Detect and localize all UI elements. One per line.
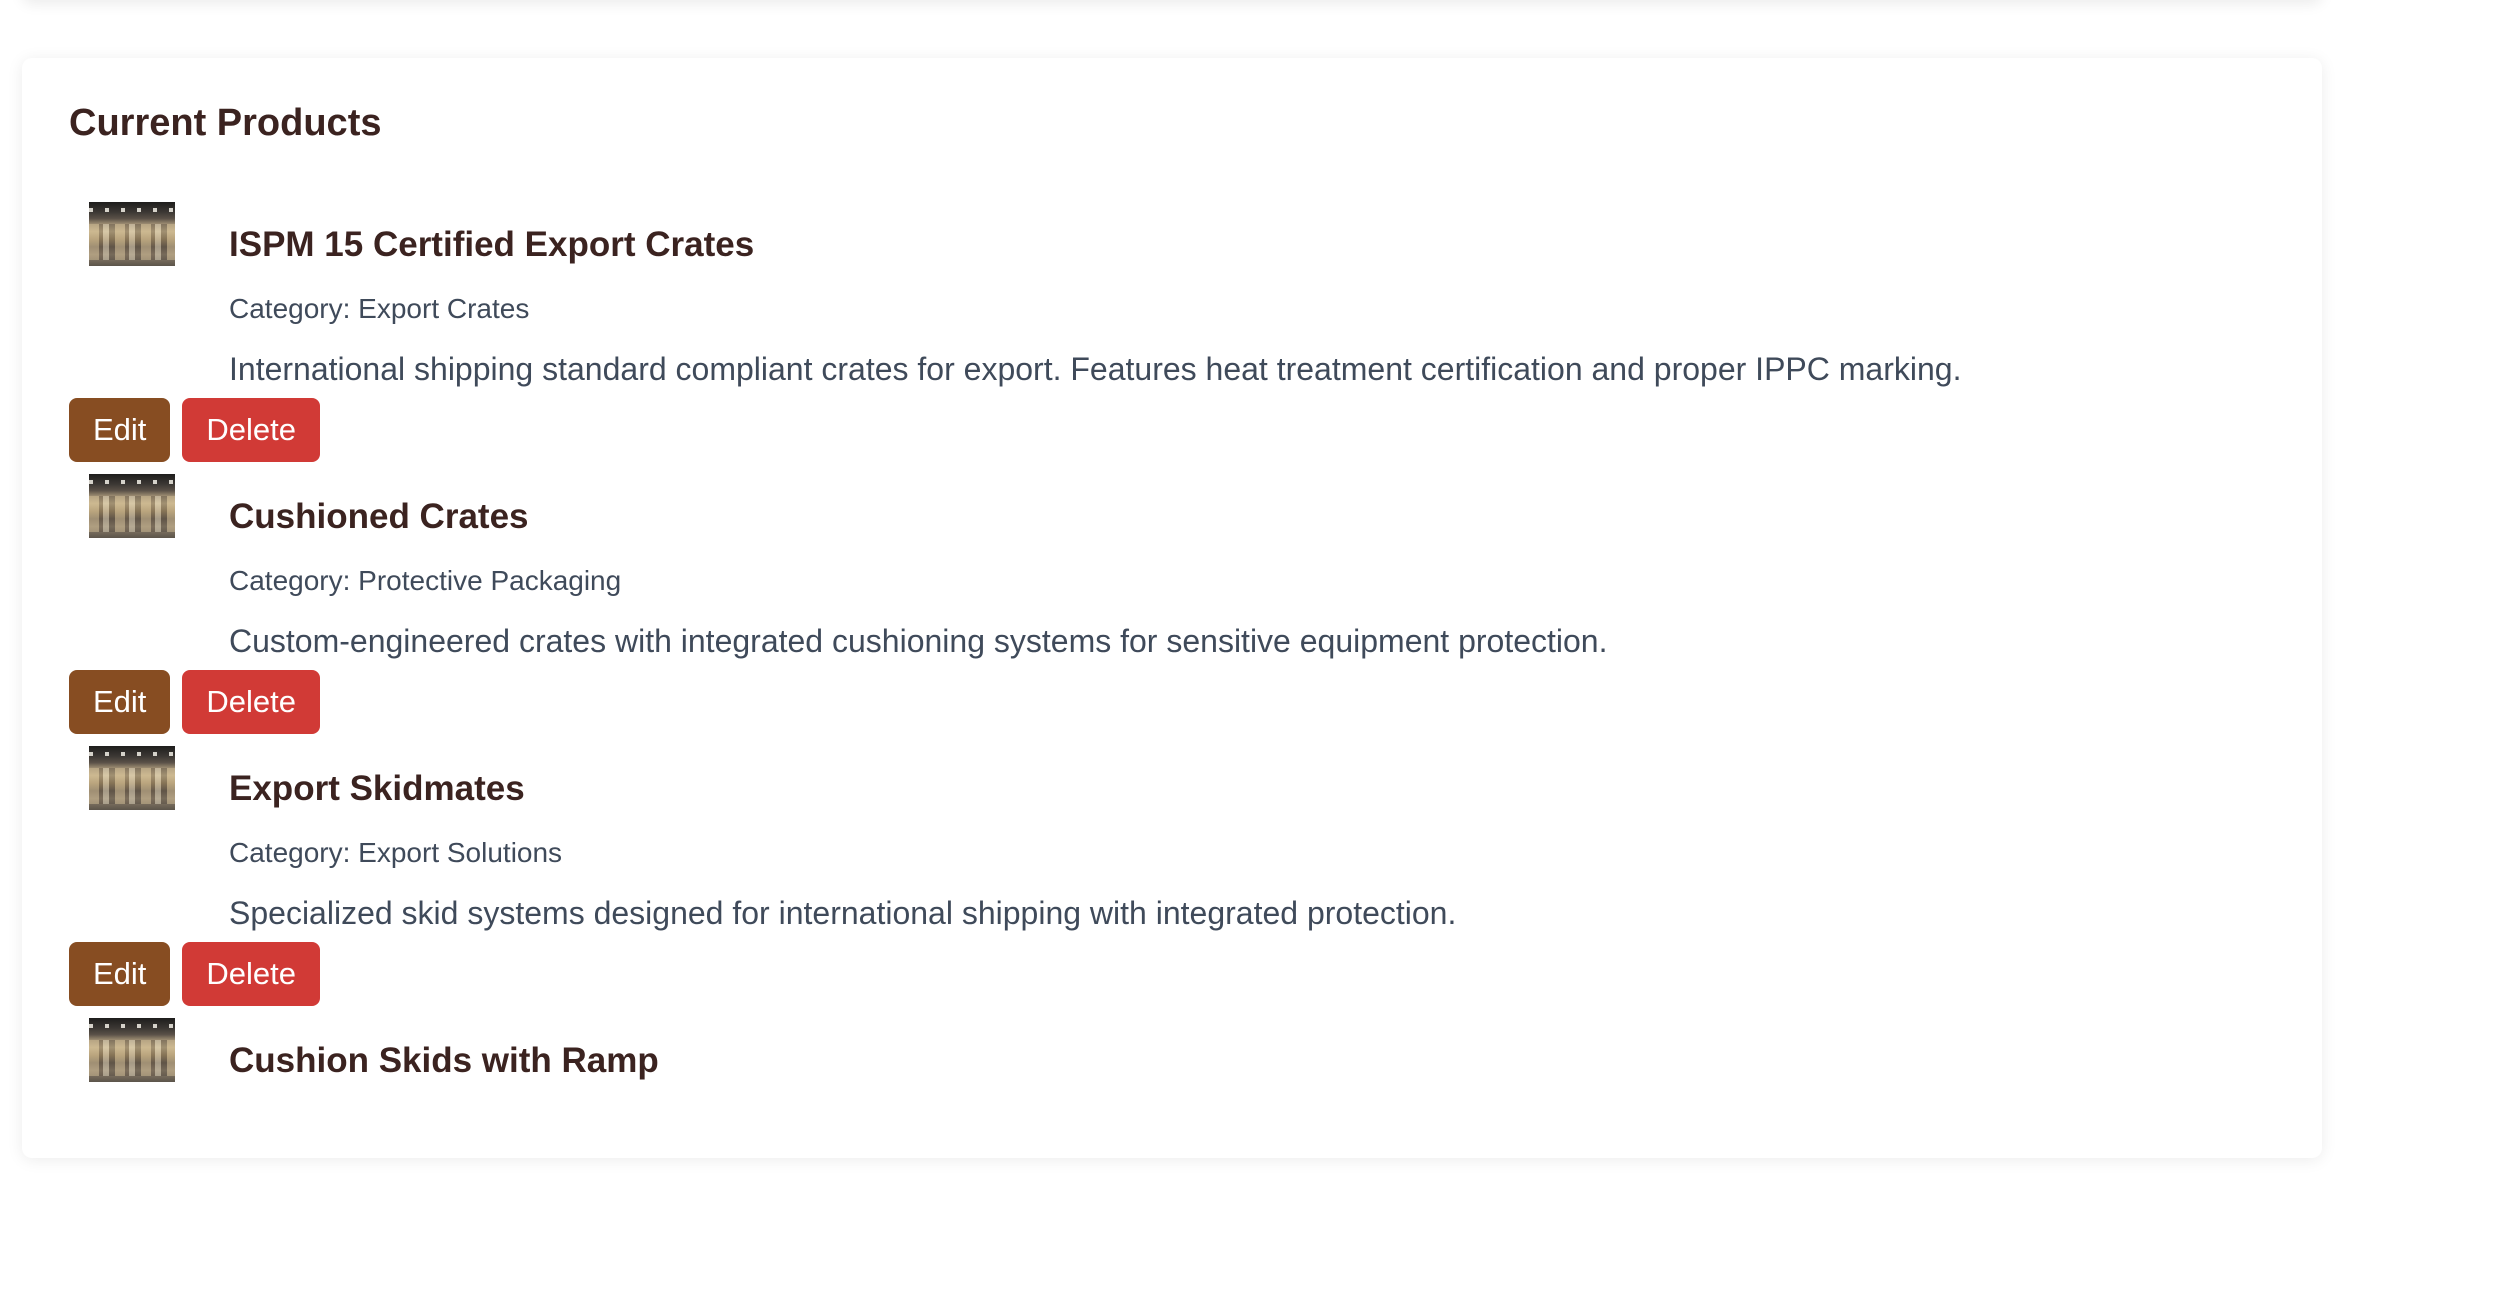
product-description: International shipping standard complian… [229, 351, 1962, 387]
edit-button[interactable]: Edit [69, 942, 171, 1006]
product-actions: Edit Delete [69, 398, 332, 462]
product-item: Cushion Skids with Ramp [69, 1018, 2289, 1290]
product-name: Cushioned Crates [229, 497, 529, 536]
product-category: Category: Protective Packaging [229, 565, 622, 596]
product-list: ISPM 15 Certified Export Crates Category… [69, 202, 2289, 1290]
product-thumbnail [89, 746, 175, 810]
product-name: ISPM 15 Certified Export Crates [229, 225, 755, 264]
product-item: Cushioned Crates Category: Protective Pa… [69, 474, 2289, 746]
product-actions: Edit Delete [69, 942, 332, 1006]
product-thumbnail [89, 202, 175, 266]
current-products-panel: Current Products ISPM 15 Certified Expor… [22, 58, 2322, 1158]
delete-button[interactable]: Delete [182, 398, 321, 462]
section-title: Current Products [69, 102, 382, 144]
delete-button[interactable]: Delete [182, 670, 321, 734]
product-name: Export Skidmates [229, 769, 525, 808]
product-category: Category: Export Solutions [229, 837, 563, 868]
product-category: Category: Export Crates [229, 293, 530, 324]
edit-button[interactable]: Edit [69, 398, 171, 462]
product-description: Specialized skid systems designed for in… [229, 895, 1457, 931]
product-thumbnail [89, 474, 175, 538]
delete-button[interactable]: Delete [182, 942, 321, 1006]
product-actions: Edit Delete [69, 670, 332, 734]
product-item: ISPM 15 Certified Export Crates Category… [69, 202, 2289, 474]
product-item: Export Skidmates Category: Export Soluti… [69, 746, 2289, 1018]
edit-button[interactable]: Edit [69, 670, 171, 734]
product-description: Custom-engineered crates with integrated… [229, 623, 1608, 659]
product-name: Cushion Skids with Ramp [229, 1041, 659, 1080]
product-thumbnail [89, 1018, 175, 1082]
